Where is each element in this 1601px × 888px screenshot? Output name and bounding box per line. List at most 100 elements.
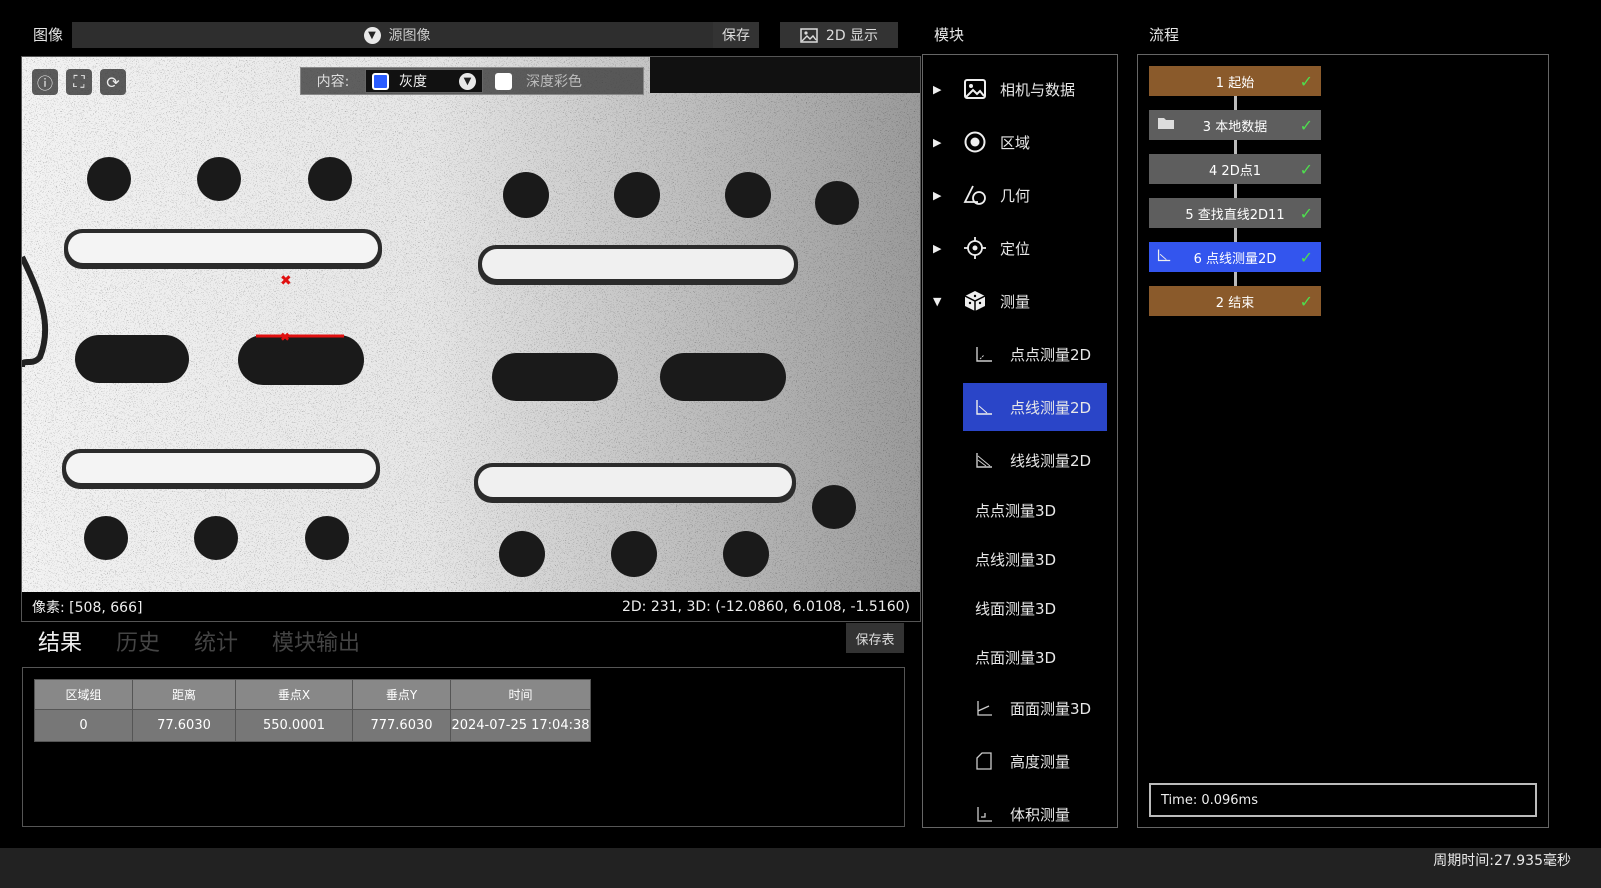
module-label: 点线测量2D [1010, 398, 1092, 417]
tab-history[interactable]: 历史 [116, 625, 160, 657]
image-viewer[interactable]: ✖ ✖ ⓘ ⛶ ⟳ 内容: 灰度 ▼ 深度彩色 像素: [508, 666] 2… [21, 56, 921, 622]
module-height-measure[interactable]: 高度测量 [963, 737, 1107, 785]
module-point-point-2d[interactable]: 点点测量2D [963, 330, 1107, 378]
module-category-label: 几何 [1000, 186, 1031, 205]
depth-color-checkbox[interactable] [495, 72, 512, 90]
module-point-plane-3d[interactable]: 点面测量3D [963, 633, 1107, 681]
measure-angle-icon [1157, 248, 1171, 266]
cube-icon [963, 289, 987, 313]
module-point-point-3d[interactable]: 点点测量3D [963, 486, 1107, 534]
image-section-title: 图像 [33, 26, 64, 44]
content-label: 内容: [316, 74, 350, 90]
module-label: 点点测量3D [975, 501, 1057, 520]
source-image-label: 源图像 [388, 28, 431, 44]
image-icon [963, 77, 987, 101]
grayscale-select[interactable]: 灰度 ▼ [365, 69, 483, 93]
measure-angle-icon [976, 453, 992, 468]
folder-icon [1157, 116, 1175, 134]
expand-arrow-icon: ▶ [933, 135, 942, 149]
collapse-arrow-icon: ▼ [933, 294, 942, 308]
height-measure-icon [976, 752, 992, 770]
flow-node-label: 6 点线测量2D [1193, 251, 1277, 267]
module-category-region[interactable]: ▶ 区域 [923, 120, 1117, 164]
flow-node-label: 3 本地数据 [1202, 119, 1268, 135]
column-header: 区域组 [34, 679, 133, 710]
flow-node-start[interactable]: 1 起始 ✓ [1149, 66, 1321, 96]
svg-text:✖: ✖ [280, 330, 290, 344]
save-table-button[interactable]: 保存表 [846, 623, 904, 653]
table-cell: 2024-07-25 17:04:38 [450, 709, 591, 742]
check-icon: ✓ [1299, 71, 1313, 91]
module-category-label: 区域 [1000, 133, 1031, 152]
content-mode-bar: 内容: 灰度 ▼ 深度彩色 [300, 67, 644, 95]
check-icon: ✓ [1299, 115, 1313, 135]
check-icon: ✓ [1299, 247, 1313, 267]
coordinate-readout: 2D: 231, 3D: (-12.0860, 6.0108, -1.5160) [621, 598, 910, 615]
measure-angle-icon [976, 347, 992, 362]
flow-title: 流程 [1149, 26, 1180, 44]
module-label: 点线测量3D [975, 550, 1057, 569]
tab-results[interactable]: 结果 [38, 625, 82, 657]
source-image-select[interactable]: ▼ 源图像 [72, 22, 722, 48]
result-tabs: 结果 历史 统计 模块输出 [38, 625, 360, 657]
flow-node-find-line[interactable]: 5 查找直线2D11 ✓ [1149, 198, 1321, 228]
depth-color-label: 深度彩色 [526, 74, 582, 90]
svg-text:✖: ✖ [280, 273, 292, 289]
module-category-locate[interactable]: ▶ 定位 [923, 226, 1117, 270]
locate-icon [963, 236, 987, 260]
module-category-camera-data[interactable]: ▶ 相机与数据 [923, 67, 1117, 111]
module-label: 点点测量2D [1010, 345, 1092, 364]
refresh-icon[interactable]: ⟳ [100, 69, 126, 95]
module-label: 面面测量3D [1010, 699, 1092, 718]
expand-arrow-icon: ▶ [933, 82, 942, 96]
region-icon [963, 130, 987, 154]
flow-node-local-data[interactable]: 3 本地数据 ✓ [1149, 110, 1321, 140]
module-label: 高度测量 [1010, 752, 1071, 771]
module-label: 体积测量 [1010, 805, 1071, 824]
flow-node-2d-point[interactable]: 4 2D点1 ✓ [1149, 154, 1321, 184]
grayscale-checkbox[interactable] [372, 72, 389, 90]
fit-screen-icon[interactable]: ⛶ [66, 69, 92, 95]
module-category-measure[interactable]: ▼ 测量 [923, 279, 1117, 323]
plane-measure-icon [977, 701, 992, 716]
camera-image[interactable]: ✖ ✖ [22, 57, 920, 592]
flow-node-label: 2 结束 [1215, 295, 1255, 311]
result-table: 区域组 距离 垂点X 垂点Y 时间 0 77.6030 550.0001 777… [34, 679, 591, 742]
module-label: 线面测量3D [975, 599, 1057, 618]
table-cell: 550.0001 [235, 709, 353, 742]
module-category-label: 测量 [1000, 292, 1031, 311]
module-plane-plane-3d[interactable]: 面面测量3D [963, 684, 1107, 732]
cycle-time: 周期时间:27.935毫秒 [1433, 853, 1571, 869]
result-panel: 区域组 距离 垂点X 垂点Y 时间 0 77.6030 550.0001 777… [22, 667, 905, 827]
table-row[interactable]: 0 77.6030 550.0001 777.6030 2024-07-25 1… [34, 709, 591, 742]
flow-node-end[interactable]: 2 结束 ✓ [1149, 286, 1321, 316]
module-point-line-2d[interactable]: 点线测量2D [963, 383, 1107, 431]
table-cell: 77.6030 [132, 709, 236, 742]
geometry-icon [963, 183, 987, 207]
save-image-button[interactable]: 保存 [713, 22, 759, 48]
module-line-line-2d[interactable]: 线线测量2D [963, 436, 1107, 484]
modules-title: 模块 [934, 26, 965, 44]
module-point-line-3d[interactable]: 点线测量3D [963, 535, 1107, 583]
column-header: 垂点Y [352, 679, 451, 710]
table-cell: 777.6030 [352, 709, 451, 742]
pixel-readout: 像素: [508, 666] [32, 599, 143, 616]
flow-node-label: 1 起始 [1215, 75, 1255, 91]
display-mode-button[interactable]: 2D 显示 [780, 22, 898, 48]
check-icon: ✓ [1299, 203, 1313, 223]
module-line-plane-3d[interactable]: 线面测量3D [963, 584, 1107, 632]
module-category-label: 定位 [1000, 239, 1031, 258]
flow-node-point-line-measure[interactable]: 6 点线测量2D ✓ [1149, 242, 1321, 272]
info-icon[interactable]: ⓘ [32, 69, 58, 95]
expand-arrow-icon: ▶ [933, 188, 942, 202]
display-mode-label: 2D 显示 [825, 28, 879, 44]
module-category-geometry[interactable]: ▶ 几何 [923, 173, 1117, 217]
module-volume-measure[interactable]: 体积测量 [963, 790, 1107, 827]
column-header: 垂点X [235, 679, 353, 710]
chevron-down-icon: ▼ [459, 72, 476, 90]
picture-icon [800, 27, 818, 43]
module-label: 点面测量3D [975, 648, 1057, 667]
tab-module-output[interactable]: 模块输出 [272, 625, 360, 657]
chevron-down-icon: ▼ [363, 26, 381, 44]
tab-statistics[interactable]: 统计 [194, 625, 238, 657]
